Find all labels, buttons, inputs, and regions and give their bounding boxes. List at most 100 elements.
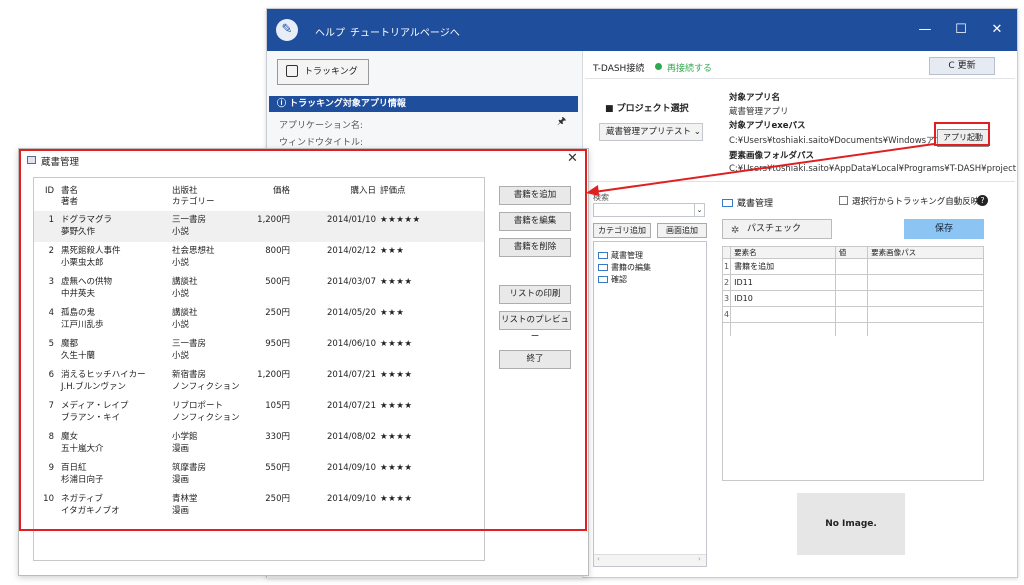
image-path-cell[interactable] [867,274,984,291]
chevron-down-icon[interactable]: ⌄ [694,203,704,217]
row-number: 4 [721,306,732,323]
refresh-button[interactable]: C 更新 [929,57,995,75]
book-title: 消えるヒッチハイカー [61,370,146,380]
header-title[interactable]: 書名 [61,186,78,197]
add-category-button[interactable]: カテゴリ追加 [593,223,651,238]
preview-list-button[interactable]: リストのプレビュー [499,311,571,342]
table-row[interactable]: 3 虚無への供物 中井英夫 講談社 小説 500円 2014/03/07 ★★★★ [34,273,484,304]
app-logo-icon[interactable]: ✎ [276,19,298,41]
scroll-right-icon[interactable]: › [698,555,701,563]
book-category: 小説 [172,320,190,330]
tree-item-book-edit[interactable]: 書籍の編集 [598,262,651,274]
screen-tree: 蔵書管理 書籍の編集 確認 ‹ › [593,241,707,567]
value-cell[interactable] [834,290,869,307]
minimize-icon[interactable]: — [915,21,935,39]
book-category: 小説 [172,227,190,237]
delete-book-button[interactable]: 書籍を削除 [499,238,571,257]
book-purchase-date: 2014/07/21 [327,370,376,380]
book-rating: ★★★★ [380,463,413,473]
project-dropdown[interactable]: 蔵書管理アプリテスト ⌄ [599,123,703,141]
table-row[interactable]: 5 魔都 久生十蘭 三一書房 小説 950円 2014/06/10 ★★★★ [34,335,484,366]
close-icon[interactable]: ✕ [567,151,578,166]
table-row[interactable]: 4 [721,306,984,323]
maximize-icon[interactable]: ☐ [951,21,971,39]
element-name-cell[interactable]: ID10 [730,290,836,307]
column-header[interactable]: 要素画像パス [867,246,984,259]
exit-button[interactable]: 終了 [499,350,571,369]
help-icon[interactable]: ? [977,195,988,206]
table-row[interactable]: 4 孤島の鬼 江戸川乱歩 講談社 小説 250円 2014/05/20 ★★★ [34,304,484,335]
book-author: 五十嵐大介 [61,444,104,454]
book-purchase-date: 2014/09/10 [327,463,376,473]
image-path-cell[interactable] [867,306,984,323]
header-date[interactable]: 購入日 [298,186,376,197]
header-id[interactable]: ID [40,186,54,197]
book-rating: ★★★★★ [380,215,421,225]
element-name-cell[interactable] [730,306,836,323]
search-input[interactable]: ⌄ [593,203,705,217]
pin-icon[interactable]: 🖈 [557,114,566,131]
menu-help[interactable]: ヘルプ [315,24,345,39]
table-row[interactable]: 1 ドグラマグラ 夢野久作 三一書房 小説 1,200円 2014/01/10 ★★★★★ [34,211,484,242]
table-row[interactable]: 7 メディア・レイプ ブラアン・キイ リブロポート ノンフィクション 105円 2014/0… [34,397,484,428]
book-title: 百日紅 [61,463,87,473]
book-title: ネガティブ [61,494,103,504]
row-number: 3 [721,290,732,307]
menu-tutorial[interactable]: チュートリアルページへ [350,24,460,39]
tree-item-label: 確認 [611,275,627,284]
tree-item-label: 書籍の編集 [611,263,651,272]
book-category: 小説 [172,289,190,299]
tree-item-confirm[interactable]: 確認 [598,274,627,286]
row-number: 2 [721,274,732,291]
element-name-cell[interactable]: 書籍を追加 [730,258,836,275]
book-price: 550円 [265,463,290,473]
header-price[interactable]: 価格 [230,186,290,197]
value-cell[interactable] [834,258,869,275]
table-row[interactable]: 8 魔女 五十嵐大介 小学館 漫画 330円 2014/08/02 ★★★★ [34,428,484,459]
table-row[interactable]: 10 ネガティブ イタガキノブオ 青林堂 漫画 250円 2014/09/10 ★★★★ [34,490,484,521]
tracking-button[interactable]: トラッキング [277,59,369,85]
auto-reflect-checkbox[interactable]: 選択行からトラッキング自動反映 [839,195,979,207]
value-cell[interactable] [834,274,869,291]
table-row[interactable]: 3 ID10 [721,290,984,307]
print-list-button[interactable]: リストの印刷 [499,285,571,304]
reconnect-link[interactable]: 再接続する [667,61,712,74]
edit-book-button[interactable]: 書籍を編集 [499,212,571,231]
book-publisher: 青林堂 [172,494,198,504]
book-category: 漫画 [172,444,190,454]
header-category[interactable]: カテゴリー [172,197,215,208]
header-author[interactable]: 著者 [61,197,78,208]
book-publisher: 三一書房 [172,339,207,349]
book-purchase-date: 2014/02/12 [327,246,376,256]
element-name-cell[interactable]: ID11 [730,274,836,291]
book-id: 3 [48,277,54,287]
header-publisher[interactable]: 出版社 [172,186,198,197]
horizontal-scrollbar[interactable]: ‹ › [594,554,706,566]
image-path-cell[interactable] [867,258,984,275]
column-header[interactable]: 値 [834,246,869,259]
table-row[interactable]: 2 黒死館殺人事件 小栗虫太郎 社会思想社 小説 800円 2014/02/12 ★★★ [34,242,484,273]
pass-check-button[interactable]: ✲ パスチェック [722,219,832,239]
app-launch-button[interactable]: アプリ起動 [937,129,989,147]
book-purchase-date: 2014/08/02 [327,432,376,442]
book-category: ノンフィクション [172,413,240,423]
table-row[interactable]: 9 百日紅 杉浦日向子 筑摩書房 漫画 550円 2014/09/10 ★★★★ [34,459,484,490]
book-id: 1 [48,215,54,225]
save-button[interactable]: 保存 [904,219,984,239]
add-book-button[interactable]: 書籍を追加 [499,186,571,205]
value-cell[interactable] [834,306,869,323]
pass-check-label: パスチェック [747,224,802,234]
header-rating[interactable]: 評価点 [380,186,406,197]
scroll-left-icon[interactable]: ‹ [597,555,600,563]
book-category: 小説 [172,351,190,361]
image-path-cell[interactable] [867,290,984,307]
table-row[interactable]: 6 消えるヒッチハイカー J.H.ブルンヴァン 新宿書房 ノンフィクション 1,200円 2… [34,366,484,397]
table-row[interactable]: 2 ID11 [721,274,984,291]
search-label: 検索 [593,193,609,202]
tree-item-book-management[interactable]: 蔵書管理 [598,250,643,262]
table-row[interactable]: 1 書籍を追加 [721,258,984,275]
column-header[interactable]: 要素名 [730,246,836,259]
close-icon[interactable]: ✕ [987,21,1007,39]
checkbox-box[interactable] [839,196,848,205]
add-screen-button[interactable]: 画面追加 [657,223,707,238]
